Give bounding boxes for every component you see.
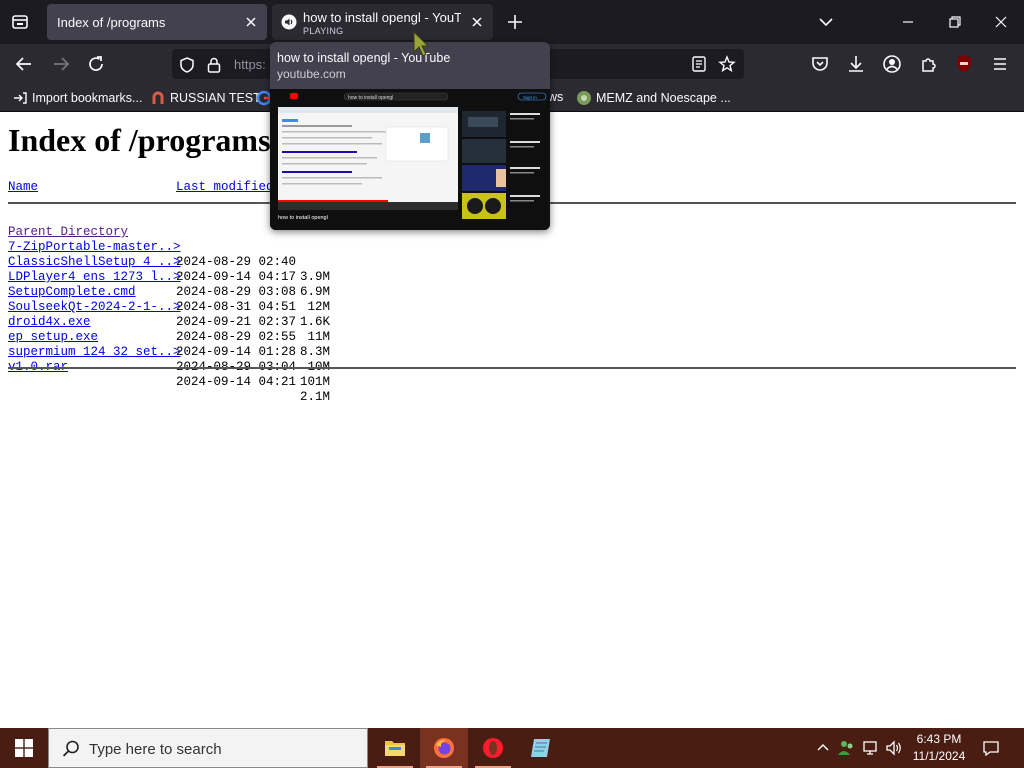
preview-url: youtube.com [277, 67, 346, 81]
network-icon[interactable] [861, 738, 881, 758]
table-row: v1.0.rar 2024-09-14 04:21 2.1M [8, 345, 408, 404]
close-tab-icon[interactable] [243, 14, 259, 30]
column-header-name[interactable]: Name [8, 180, 38, 194]
table-row: SoulseekQt-2024-2-1-..> 2024-09-21 02:37… [8, 285, 408, 344]
url-text[interactable]: https: [234, 57, 266, 72]
table-row: ep setup.exe 2024-09-14 01:28 10M [8, 315, 408, 374]
bookmark-label: MEMZ and Noescape ... [596, 91, 731, 105]
firefox-view-button[interactable] [6, 8, 34, 36]
taskbar-search-box[interactable]: Type here to search [48, 728, 368, 768]
column-header-last-modified[interactable]: Last modified [176, 180, 274, 194]
tab-preview-popup: how to install opengl - YouTube youtube.… [270, 42, 550, 230]
chevron-up-icon[interactable] [813, 738, 833, 758]
table-row: supermium 124 32 set..> 2024-08-29 03:04… [8, 330, 408, 389]
menu-icon[interactable] [988, 52, 1012, 76]
mouse-cursor-icon [413, 30, 430, 57]
preview-thumbnail: how to install opengl Sign in how to ins… [270, 89, 550, 230]
close-window-icon[interactable] [989, 10, 1013, 34]
extensions-icon[interactable] [917, 52, 941, 76]
file-date: 2024-09-14 04:21 [176, 375, 297, 389]
restore-icon[interactable] [943, 10, 967, 34]
taskbar-opera[interactable] [469, 728, 517, 768]
windows-icon [15, 739, 33, 757]
ublock-origin-icon[interactable] [952, 52, 976, 76]
start-button[interactable] [0, 728, 48, 768]
thumb-signin-text: Sign in [523, 95, 537, 100]
taskbar-app-notes[interactable] [517, 728, 565, 768]
bookmark-label: Import bookmarks... [32, 91, 143, 105]
bookmark-label: RUSSIAN TEST [170, 91, 261, 105]
bookmark-news[interactable]: ws [548, 90, 563, 104]
people-icon[interactable] [836, 738, 856, 758]
memz-icon [577, 91, 591, 105]
notification-icon[interactable] [981, 738, 1001, 758]
chevron-down-icon[interactable] [814, 10, 838, 34]
tab-title: Index of /programs [57, 15, 166, 30]
reload-icon[interactable] [84, 52, 108, 76]
search-icon [62, 740, 79, 757]
tab-playing-label: PLAYING [303, 26, 344, 36]
youtube-page-thumbnail: how to install opengl Sign in how to ins… [270, 89, 550, 230]
bookmark-import[interactable]: Import bookmarks... [12, 90, 142, 106]
tab-bar: Index of /programs how to install opengl… [0, 0, 1024, 44]
taskbar-file-explorer[interactable] [371, 728, 419, 768]
import-icon [14, 92, 27, 104]
firefox-icon [434, 738, 454, 758]
opera-icon [483, 738, 503, 758]
search-placeholder: Type here to search [89, 741, 222, 758]
firefox-view-icon [12, 15, 28, 29]
table-row: SetupComplete.cmd 2024-08-31 04:51 1.6K [8, 270, 408, 329]
file-listing: Parent Directory 7-ZipPortable-master..>… [8, 210, 408, 404]
notepad-icon [531, 739, 550, 757]
file-size: 101M [299, 375, 330, 389]
page-title: Index of /programs [8, 122, 271, 158]
reader-view-icon[interactable] [690, 55, 708, 73]
speaker-icon[interactable] [281, 14, 297, 30]
bookmark-memz[interactable]: MEMZ and Noescape ... [576, 90, 731, 106]
table-row: LDPlayer4 ens 1273 l..> 2024-08-29 03:08… [8, 255, 408, 314]
lock-icon[interactable] [206, 56, 222, 74]
shield-icon[interactable] [178, 56, 196, 74]
taskbar-firefox[interactable] [420, 728, 468, 768]
new-tab-icon[interactable] [503, 10, 527, 34]
horseshoe-icon [152, 91, 164, 104]
download-icon[interactable] [844, 52, 868, 76]
table-row: ClassicShellSetup 4 ..> 2024-09-14 04:17… [8, 240, 408, 299]
system-clock[interactable]: 6:43 PM 11/1/2024 [904, 731, 974, 765]
forward-arrow-icon[interactable] [49, 52, 73, 76]
tab-index-programs[interactable]: Index of /programs [47, 4, 267, 40]
divider [8, 367, 1016, 369]
bookmark-russian-test[interactable]: RUSSIAN TEST [150, 90, 261, 106]
account-icon[interactable] [880, 52, 904, 76]
tab-title: how to install opengl - YouTube [303, 10, 461, 25]
close-tab-icon[interactable] [469, 14, 485, 30]
pocket-icon[interactable] [808, 52, 832, 76]
clock-date: 11/1/2024 [912, 749, 966, 763]
star-icon[interactable] [718, 55, 736, 73]
bookmark-label: ws [548, 90, 564, 104]
clock-time: 6:43 PM [916, 732, 962, 746]
volume-icon[interactable] [884, 738, 904, 758]
taskbar: Type here to search 6:43 PM 11/1/2024 [0, 728, 1024, 768]
thumb-video-title: how to install opengl [278, 215, 328, 221]
tab-youtube[interactable]: how to install opengl - YouTube PLAYING [272, 4, 493, 40]
table-row: droid4x.exe 2024-08-29 02:55 8.3M [8, 300, 408, 359]
minimize-icon[interactable] [896, 10, 920, 34]
file-size: 2.1M [299, 390, 330, 404]
thumb-search-text: how to install opengl [348, 95, 393, 101]
back-arrow-icon[interactable] [12, 52, 36, 76]
folder-icon [385, 741, 405, 756]
